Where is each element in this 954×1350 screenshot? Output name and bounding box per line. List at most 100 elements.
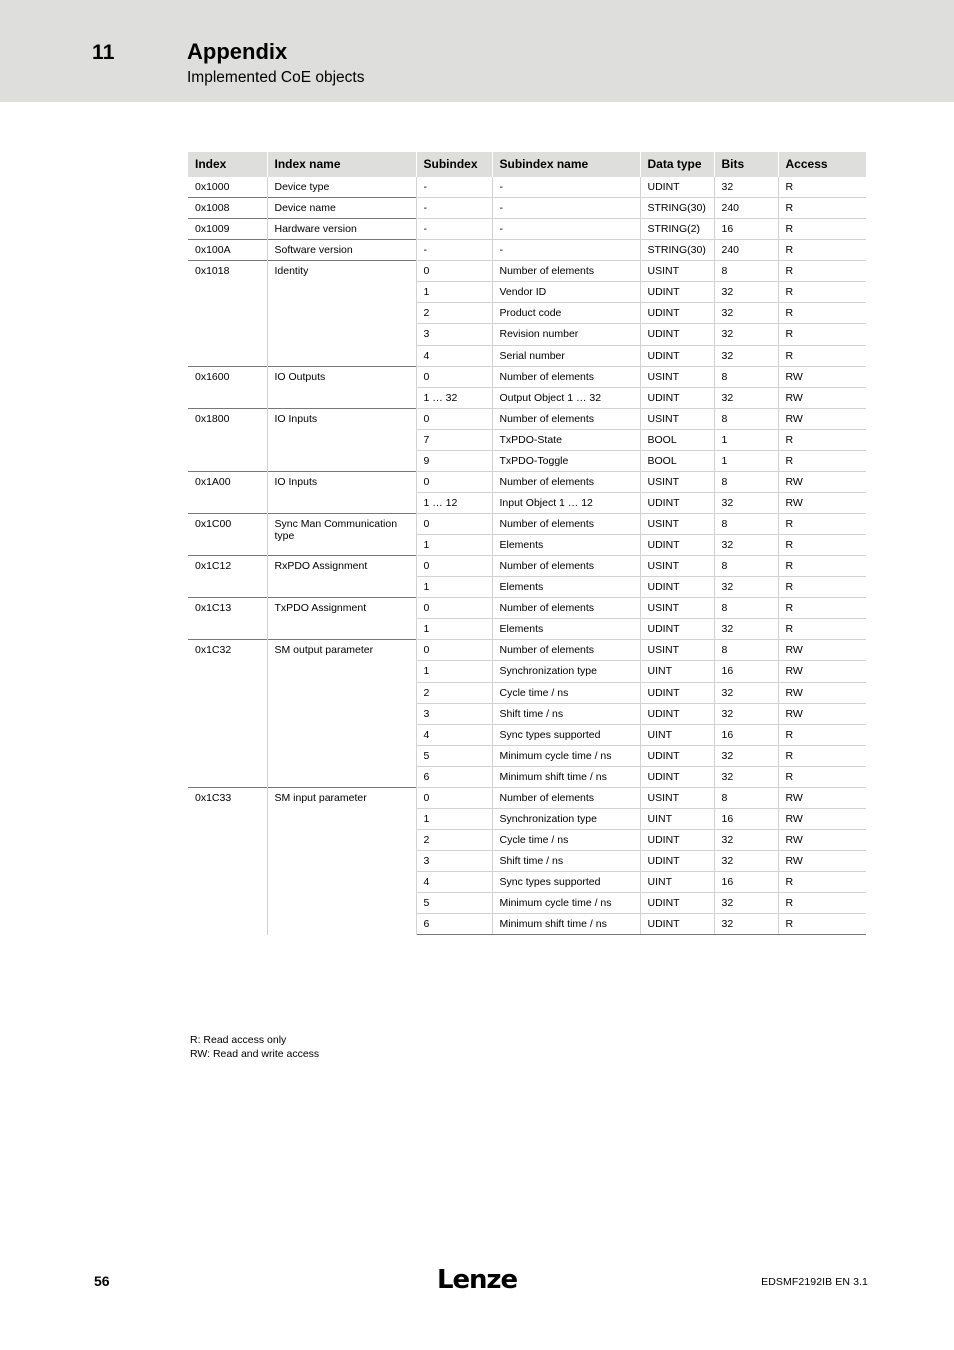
cell-access: R (778, 618, 866, 641)
cell-subindex-name: Minimum cycle time / ns (492, 745, 641, 767)
cell-bits: 8 (714, 512, 779, 536)
cell-index-name: IO Inputs (267, 470, 417, 514)
cell-data-type: UDINT (640, 281, 715, 304)
cell-subindex: - (416, 177, 493, 199)
cell-bits: 8 (714, 597, 779, 620)
cell-data-type: USINT (640, 407, 715, 430)
cell-index-name: Device type (267, 177, 417, 198)
cell-subindex-name: Output Object 1 … 32 (492, 387, 641, 409)
cell-subindex: 6 (416, 913, 493, 936)
cell-subindex: 4 (416, 871, 493, 894)
cell-access: R (778, 450, 866, 472)
cell-bits: 32 (714, 387, 779, 409)
cell-index: 0x1009 (188, 218, 268, 240)
cell-index: 0x1C00 (188, 512, 268, 556)
cell-bits: 8 (714, 786, 779, 809)
page-subtitle: Implemented CoE objects (187, 69, 365, 86)
cell-bits: 32 (714, 345, 779, 367)
cell-bits: 32 (714, 913, 779, 936)
cell-data-type: UDINT (640, 576, 715, 599)
cell-subindex: 7 (416, 429, 493, 451)
cell-subindex: 1 (416, 281, 493, 304)
cell-subindex-name: Number of elements (492, 470, 641, 493)
cell-subindex: 3 (416, 850, 493, 873)
cell-bits: 16 (714, 218, 779, 241)
cell-access: RW (778, 682, 866, 704)
cell-index-name: IO Inputs (267, 407, 417, 472)
table-row: 0x100A Software version - - STRING(30) 240 R (188, 239, 866, 262)
cell-data-type: UDINT (640, 913, 715, 936)
chapter-number: 11 (92, 41, 115, 64)
cell-bits: 32 (714, 492, 779, 515)
cell-subindex: 1 … 12 (416, 492, 493, 515)
cell-subindex-name: Vendor ID (492, 281, 641, 304)
table-row: 0x1C00 Sync Man Communication type 0 Number… (188, 512, 866, 556)
cell-data-type: UDINT (640, 829, 715, 852)
cell-subindex-name: - (492, 239, 641, 262)
cell-subindex: 1 (416, 576, 493, 599)
cell-index: 0x1008 (188, 197, 268, 219)
cell-access: R (778, 534, 866, 557)
cell-subindex-name: Shift time / ns (492, 703, 641, 725)
cell-access: RW (778, 703, 866, 725)
cell-access: R (778, 177, 866, 199)
cell-subindex: 0 (416, 639, 493, 662)
table-row: 0x1C12 RxPDO Assignment 0 Number of element… (188, 555, 866, 598)
cell-subindex: 3 (416, 703, 493, 725)
cell-subindex-name: TxPDO-Toggle (492, 450, 641, 472)
cell-access: R (778, 871, 866, 894)
cell-subindex: - (416, 197, 493, 220)
cell-subindex-name: Shift time / ns (492, 850, 641, 873)
cell-subindex: 5 (416, 892, 493, 915)
cell-data-type: UINT (640, 808, 715, 830)
table-header: Index Index name Subindex Subindex name … (188, 152, 866, 177)
cell-subindex-name: Minimum shift time / ns (492, 913, 641, 936)
table-row: 0x1C32 SM output parameter 0 Number of elem… (188, 639, 866, 788)
cell-subindex-name: Serial number (492, 345, 641, 367)
cell-subindex-name: Sync types supported (492, 871, 641, 894)
cell-index-name: Device name (267, 197, 417, 219)
cell-data-type: UINT (640, 660, 715, 683)
cell-data-type: UDINT (640, 323, 715, 346)
coe-objects-table: Index Index name Subindex Subindex name … (188, 152, 866, 936)
cell-access: R (778, 766, 866, 788)
table-row: 0x1018 Identity 0 Number of elements USINT 8 R (188, 260, 866, 367)
cell-data-type: USINT (640, 786, 715, 809)
cell-data-type: STRING(30) (640, 197, 715, 220)
cell-index: 0x1600 (188, 365, 268, 409)
cell-subindex-name: Number of elements (492, 407, 641, 430)
cell-access: R (778, 512, 866, 536)
table-row: 0x1009 Hardware version - - STRING(2) 16 R (188, 218, 866, 241)
cell-index: 0x1800 (188, 407, 268, 472)
cell-index-name: IO Outputs (267, 365, 417, 409)
cell-access: R (778, 429, 866, 451)
cell-bits: 16 (714, 660, 779, 683)
column-header-subindex: Subindex (416, 152, 493, 177)
cell-data-type: UDINT (640, 682, 715, 704)
cell-data-type: UDINT (640, 745, 715, 767)
cell-bits: 16 (714, 871, 779, 894)
cell-bits: 8 (714, 555, 779, 578)
cell-data-type: STRING(2) (640, 218, 715, 241)
cell-bits: 32 (714, 703, 779, 725)
cell-data-type: UDINT (640, 302, 715, 325)
cell-access: RW (778, 470, 866, 493)
cell-bits: 1 (714, 429, 779, 451)
table-body: 0x1000 Device type - - UDINT 32 R 0x1008 Device … (188, 177, 866, 936)
table-row: 0x1008 Device name - - STRING(30) 240 R (188, 197, 866, 220)
column-header-bits: Bits (714, 152, 779, 177)
cell-index: 0x1A00 (188, 470, 268, 514)
cell-bits: 32 (714, 745, 779, 767)
cell-access: RW (778, 786, 866, 809)
cell-subindex: 9 (416, 450, 493, 472)
cell-bits: 32 (714, 534, 779, 557)
cell-data-type: UDINT (640, 345, 715, 367)
cell-bits: 240 (714, 197, 779, 220)
cell-subindex: 0 (416, 555, 493, 578)
cell-subindex: 0 (416, 365, 493, 388)
cell-data-type: USINT (640, 597, 715, 620)
cell-data-type: UDINT (640, 387, 715, 409)
cell-subindex-name: TxPDO-State (492, 429, 641, 451)
cell-access: RW (778, 407, 866, 430)
cell-subindex: 6 (416, 766, 493, 788)
